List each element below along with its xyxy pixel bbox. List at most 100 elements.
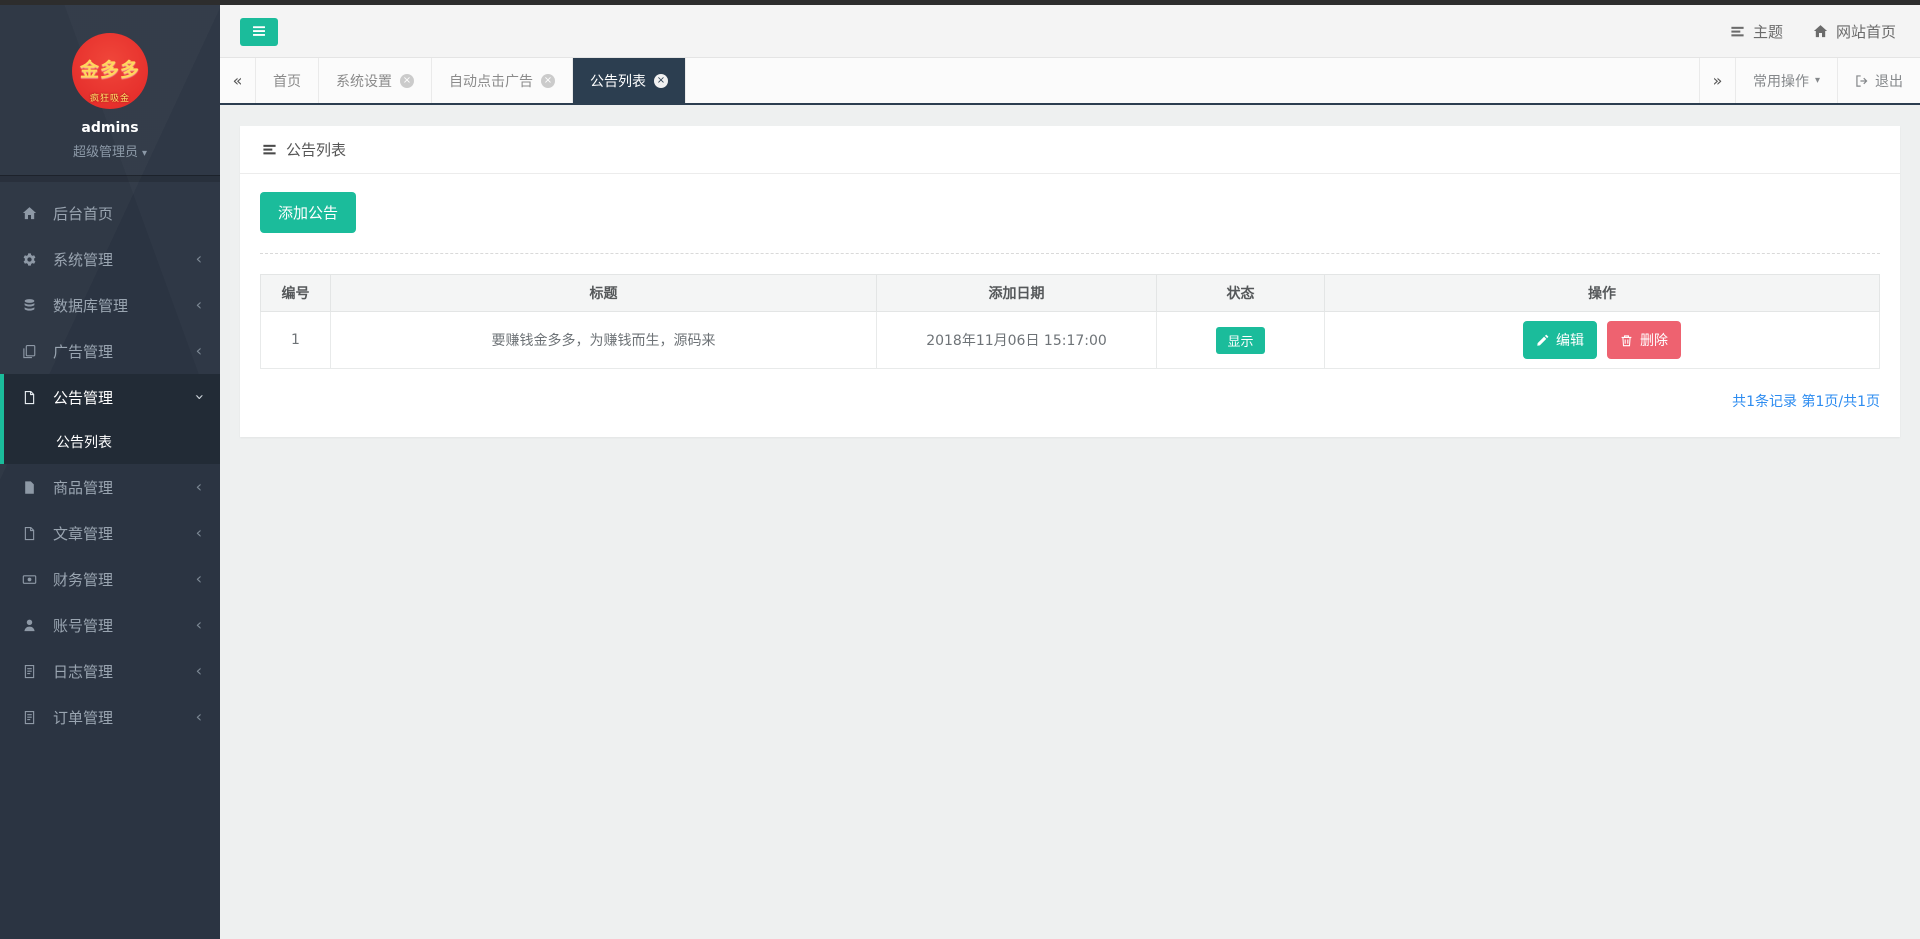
trash-icon: [1620, 334, 1633, 347]
chevron-left-icon: ‹: [196, 571, 202, 587]
site-home-label: 网站首页: [1836, 21, 1896, 42]
sidebar-item-orders[interactable]: 订单管理‹: [4, 694, 220, 740]
tab-close-icon[interactable]: ×: [541, 74, 555, 88]
profile-divider: [0, 175, 220, 182]
table-body: 1要赚钱金多多，为赚钱而生，源码来2018年11月06日 15:17:00显示编…: [261, 312, 1880, 369]
panel-header: 公告列表: [240, 126, 1900, 174]
sidebar-item-dashboard[interactable]: 后台首页: [4, 190, 220, 236]
sidebar-section-finance: 财务管理‹: [0, 556, 220, 602]
sidebar-item-label: 账号管理: [53, 615, 113, 636]
sidebar-item-system[interactable]: 系统管理‹: [4, 236, 220, 282]
cell-title: 要赚钱金多多，为赚钱而生，源码来: [331, 312, 877, 369]
caret-down-icon: ▾: [142, 148, 147, 159]
sidebar-item-label: 公告管理: [53, 387, 113, 408]
hamburger-icon: [251, 23, 267, 42]
tabs: 首页系统设置×自动点击广告×公告列表×: [256, 58, 686, 103]
theme-icon: [1730, 24, 1745, 39]
theme-label: 主题: [1753, 21, 1783, 42]
announcement-table: 编号标题添加日期状态操作 1要赚钱金多多，为赚钱而生，源码来2018年11月06…: [260, 274, 1880, 369]
sidebar: 金多多 疯狂吸金 admins 超级管理员▾ 后台首页系统管理‹数据库管理‹广告…: [0, 0, 220, 939]
tab-close-icon[interactable]: ×: [654, 74, 668, 88]
common-actions-dropdown[interactable]: 常用操作 ▾: [1735, 58, 1837, 103]
sidebar-section-system: 系统管理‹: [0, 236, 220, 282]
copy-icon: [22, 344, 39, 359]
sidebar-item-label: 广告管理: [53, 341, 113, 362]
delete-button[interactable]: 删除: [1607, 321, 1681, 359]
tab-announcement-list[interactable]: 公告列表×: [573, 58, 686, 103]
role-dropdown[interactable]: 超级管理员▾: [0, 141, 220, 160]
sidebar-item-logs[interactable]: 日志管理‹: [4, 648, 220, 694]
chevron-left-icon: ‹: [196, 525, 202, 541]
tabs-scroll-right-button[interactable]: »: [1699, 58, 1735, 103]
sidebar-item-database[interactable]: 数据库管理 ‹: [4, 282, 220, 328]
logout-label: 退出: [1875, 71, 1903, 91]
add-announcement-button[interactable]: 添加公告: [260, 192, 356, 233]
cell-date: 2018年11月06日 15:17:00: [877, 312, 1157, 369]
column-header: 编号: [261, 275, 331, 312]
sidebar-section-dashboard: 后台首页: [0, 190, 220, 236]
panel-title: 公告列表: [286, 139, 346, 160]
chevron-left-icon: ‹: [196, 663, 202, 679]
logout-button[interactable]: 退出: [1837, 58, 1920, 103]
logout-icon: [1855, 74, 1869, 88]
tab-home[interactable]: 首页: [256, 58, 319, 103]
gear-icon: [22, 252, 39, 267]
chevron-left-icon: ‹: [196, 479, 202, 495]
sidebar-section-accounts: 账号管理 ‹: [0, 602, 220, 648]
tab-label: 系统设置: [336, 71, 392, 91]
tab-close-icon[interactable]: ×: [400, 74, 414, 88]
money-icon: [22, 572, 39, 587]
topbar-right: 主题 网站首页: [1730, 5, 1896, 57]
sidebar-subitem-announcement-list[interactable]: 公告列表: [4, 420, 220, 464]
tab-auto-click-ads[interactable]: 自动点击广告×: [432, 58, 573, 103]
sidebar-section-database: 数据库管理 ‹: [0, 282, 220, 328]
file-filled-icon: [22, 480, 39, 495]
logo-banner: 疯狂吸金: [72, 91, 148, 104]
sidebar-item-finance[interactable]: 财务管理‹: [4, 556, 220, 602]
column-header: 添加日期: [877, 275, 1157, 312]
dashed-divider: [260, 253, 1880, 254]
chevron-left-icon: ‹: [196, 617, 202, 633]
cell-id: 1: [261, 312, 331, 369]
column-header: 操作: [1325, 275, 1880, 312]
sidebar-item-articles[interactable]: 文章管理 ‹: [4, 510, 220, 556]
profile-block: 金多多 疯狂吸金 admins 超级管理员▾: [0, 0, 220, 160]
username: admins: [0, 120, 220, 136]
sidebar-section-logs: 日志管理‹: [0, 648, 220, 694]
database-icon: [22, 298, 39, 313]
edit-button[interactable]: 编辑: [1523, 321, 1597, 359]
sidebar-section-announcement: 公告管理 ‹ 公告列表: [0, 374, 220, 464]
caret-down-icon: ▾: [1815, 75, 1820, 86]
sidebar-item-announcement[interactable]: 公告管理 ‹: [4, 374, 220, 420]
sidebar-item-label: 数据库管理: [53, 295, 128, 316]
logo-text: 金多多: [72, 55, 148, 82]
sidebar-menu: 后台首页系统管理‹数据库管理‹广告管理‹公告管理‹公告列表商品管理‹文章管理‹财…: [0, 190, 220, 740]
sidebar-section-articles: 文章管理 ‹: [0, 510, 220, 556]
panel-body: 添加公告 编号标题添加日期状态操作 1要赚钱金多多，为赚钱而生，源码来2018年…: [240, 174, 1900, 437]
announcement-panel: 公告列表 添加公告 编号标题添加日期状态操作 1要赚钱金多多，为赚钱而生，源码来…: [240, 126, 1900, 437]
theme-link[interactable]: 主题: [1730, 21, 1783, 42]
sidebar-item-label: 商品管理: [53, 477, 113, 498]
sidebar-section-orders: 订单管理‹: [0, 694, 220, 740]
tab-system-settings[interactable]: 系统设置 ×: [319, 58, 432, 103]
user-icon: [22, 618, 39, 633]
sidebar-item-label: 后台首页: [53, 203, 113, 224]
top-strip: [0, 0, 1920, 5]
table-row: 1要赚钱金多多，为赚钱而生，源码来2018年11月06日 15:17:00显示编…: [261, 312, 1880, 369]
chevron-down-icon: ‹: [191, 394, 207, 400]
site-home-link[interactable]: 网站首页: [1813, 21, 1896, 42]
sidebar-toggle-button[interactable]: [240, 18, 278, 46]
sidebar-item-ads[interactable]: 广告管理 ‹: [4, 328, 220, 374]
sidebar-section-goods: 商品管理 ‹: [0, 464, 220, 510]
sidebar-item-accounts[interactable]: 账号管理 ‹: [4, 602, 220, 648]
file-icon: [22, 526, 39, 541]
chevron-left-icon: ‹: [196, 343, 202, 359]
chevron-left-icon: ‹: [196, 709, 202, 725]
chevron-left-icon: ‹: [196, 251, 202, 267]
sidebar-item-label: 文章管理: [53, 523, 113, 544]
list-icon: [262, 142, 277, 157]
tabs-scroll-left-button[interactable]: «: [220, 58, 256, 103]
sidebar-item-goods[interactable]: 商品管理 ‹: [4, 464, 220, 510]
column-header: 状态: [1157, 275, 1325, 312]
chevron-left-icon: ‹: [196, 297, 202, 313]
